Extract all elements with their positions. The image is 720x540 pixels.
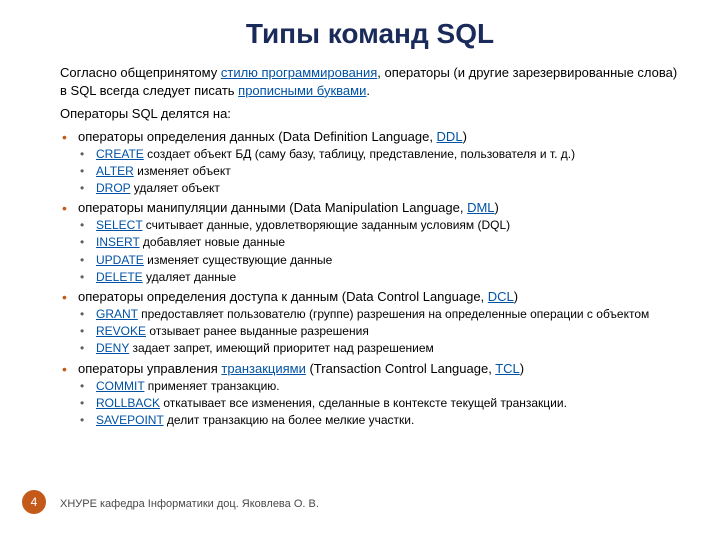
link-dcl[interactable]: DCL — [488, 289, 514, 304]
intro-paragraph: Согласно общепринятому стилю программиро… — [60, 64, 680, 99]
cmd-savepoint[interactable]: SAVEPOINT — [96, 413, 164, 427]
command-list: GRANT предоставляет пользователю (группе… — [78, 306, 680, 357]
cmd-select[interactable]: SELECT — [96, 218, 142, 232]
cmd-drop[interactable]: DROP — [96, 181, 130, 195]
category-tcl: операторы управления транзакциями (Trans… — [60, 361, 680, 429]
list-item: COMMIT применяет транзакцию. — [78, 378, 680, 394]
subtitle: Операторы SQL делятся на: — [60, 105, 680, 123]
cmd-insert[interactable]: INSERT — [96, 235, 140, 249]
category-dcl: операторы определения доступа к данным (… — [60, 289, 680, 357]
command-list: SELECT считывает данные, удовлетворяющие… — [78, 217, 680, 285]
intro-pre: Согласно общепринятому — [60, 65, 221, 80]
cmd-rollback[interactable]: ROLLBACK — [96, 396, 160, 410]
category-label: операторы определения доступа к данным (… — [78, 289, 518, 304]
list-item: INSERT добавляет новые данные — [78, 234, 680, 250]
link-ddl[interactable]: DDL — [437, 129, 463, 144]
command-list: COMMIT применяет транзакцию. ROLLBACK от… — [78, 378, 680, 429]
link-tcl[interactable]: TCL — [495, 361, 520, 376]
category-label: операторы определения данных (Data Defin… — [78, 129, 467, 144]
category-list: операторы определения данных (Data Defin… — [60, 129, 680, 428]
list-item: UPDATE изменяет существующие данные — [78, 252, 680, 268]
cmd-delete[interactable]: DELETE — [96, 270, 143, 284]
list-item: ALTER изменяет объект — [78, 163, 680, 179]
list-item: SAVEPOINT делит транзакцию на более мелк… — [78, 412, 680, 428]
command-list: CREATE создает объект БД (саму базу, таб… — [78, 146, 680, 197]
cmd-commit[interactable]: COMMIT — [96, 379, 144, 393]
category-label: операторы управления транзакциями (Trans… — [78, 361, 524, 376]
page-number: 4 — [22, 490, 46, 514]
slide-title: Типы команд SQL — [60, 18, 680, 50]
category-label: операторы манипуляции данными (Data Mani… — [78, 200, 499, 215]
list-item: GRANT предоставляет пользователю (группе… — [78, 306, 680, 322]
cmd-create[interactable]: CREATE — [96, 147, 144, 161]
list-item: DELETE удаляет данные — [78, 269, 680, 285]
intro-link-style[interactable]: стилю программирования — [221, 65, 377, 80]
intro-post: . — [366, 83, 370, 98]
link-dml[interactable]: DML — [467, 200, 494, 215]
list-item: REVOKE отзывает ранее выданные разрешени… — [78, 323, 680, 339]
list-item: DROP удаляет объект — [78, 180, 680, 196]
footer-attribution: ХНУРЕ кафедра Інформатики доц. Яковлева … — [60, 498, 319, 510]
cmd-update[interactable]: UPDATE — [96, 253, 144, 267]
cmd-grant[interactable]: GRANT — [96, 307, 138, 321]
cmd-deny[interactable]: DENY — [96, 341, 129, 355]
list-item: SELECT считывает данные, удовлетворяющие… — [78, 217, 680, 233]
category-dml: операторы манипуляции данными (Data Mani… — [60, 200, 680, 285]
list-item: CREATE создает объект БД (саму базу, таб… — [78, 146, 680, 162]
list-item: DENY задает запрет, имеющий приоритет на… — [78, 340, 680, 356]
intro-link-caps[interactable]: прописными буквами — [238, 83, 366, 98]
cmd-revoke[interactable]: REVOKE — [96, 324, 146, 338]
category-ddl: операторы определения данных (Data Defin… — [60, 129, 680, 197]
link-transactions[interactable]: транзакциями — [221, 361, 305, 376]
list-item: ROLLBACK откатывает все изменения, сдела… — [78, 395, 680, 411]
cmd-alter[interactable]: ALTER — [96, 164, 134, 178]
